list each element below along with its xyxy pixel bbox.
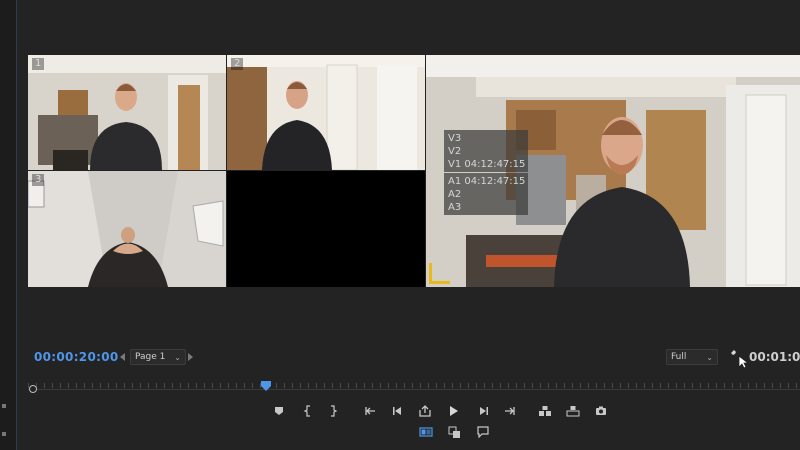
program-monitor: V3 V2 V1 04:12:47:15 A1 04:12:47:15 A2 A… [426,55,800,287]
step-forward-icon [480,407,488,415]
resolution-select-value: Full [671,352,687,362]
insert-button[interactable] [538,404,552,418]
duration-timecode: 00:01:06 [749,350,800,364]
camera-2-number: 2 [231,58,244,70]
camera-1-number: 1 [32,58,45,70]
camera-3-frame [28,171,226,287]
go-to-out-button[interactable] [503,404,517,418]
lift-button[interactable] [418,404,432,418]
comment-button[interactable] [476,425,490,439]
lift-icon [419,405,431,417]
compare-view-icon [448,426,460,438]
multicam-icon [419,427,433,437]
step-back-icon [393,407,401,415]
overwrite-icon [566,406,580,417]
track-a2: A2 [448,189,462,200]
camera-1-frame [28,55,226,170]
zoom-handle[interactable] [29,385,37,393]
page-select-value: Page 1 [135,352,166,362]
camera-angle-3[interactable]: 3 [28,171,226,287]
track-v3: V3 [448,133,462,144]
left-panel-edge [0,0,17,450]
mark-out-icon [331,405,338,417]
safe-margin-corner [429,263,450,284]
go-to-out-icon [505,407,515,415]
chevron-down-icon: ⌄ [706,353,713,362]
camera-3-number: 3 [32,174,45,186]
add-marker-button[interactable] [272,404,286,418]
camera-angle-2[interactable]: 2 [227,55,425,170]
mark-out-button[interactable] [326,404,340,418]
mark-in-button[interactable] [301,404,315,418]
play-button[interactable] [447,404,461,418]
playback-resolution-select[interactable]: Full ⌄ [666,349,718,365]
export-frame-icon [596,406,606,415]
step-back-button[interactable] [391,404,405,418]
overwrite-button[interactable] [566,404,580,418]
step-forward-button[interactable] [476,404,490,418]
ruler-ticks [28,383,800,388]
video-tracks-overlay: V3 V2 V1 04:12:47:15 [444,130,528,172]
camera-angle-1[interactable]: 1 [28,55,226,170]
track-v1: V1 04:12:47:15 [448,159,526,170]
multicam-toggle-button[interactable] [419,425,433,439]
time-ruler[interactable] [28,376,800,395]
play-icon [450,406,458,416]
settings-wrench-icon[interactable] [728,348,750,374]
page-select[interactable]: Page 1 ⌄ [130,349,186,365]
edge-marker [2,404,6,408]
chevron-down-icon: ⌄ [174,353,181,362]
ruler-baseline [28,389,800,390]
camera-angle-4-empty[interactable] [227,171,425,287]
mark-in-icon [303,405,310,417]
add-marker-icon [275,407,283,415]
previous-page-icon[interactable] [120,353,125,361]
next-page-icon[interactable] [188,353,193,361]
insert-icon [539,406,551,416]
compare-view-button[interactable] [447,425,461,439]
audio-tracks-overlay: A1 04:12:47:15 A2 A3 [444,173,528,215]
go-to-in-icon [365,407,375,415]
camera-2-frame [227,55,425,170]
track-a1: A1 04:12:47:15 [448,176,526,187]
track-a3: A3 [448,202,462,213]
go-to-in-button[interactable] [363,404,377,418]
playhead[interactable] [261,376,271,395]
track-v2: V2 [448,146,462,157]
current-timecode[interactable]: 00:00:20:00 [34,350,119,364]
edge-marker [2,432,6,436]
export-frame-button[interactable] [594,404,608,418]
comment-icon [477,426,489,438]
